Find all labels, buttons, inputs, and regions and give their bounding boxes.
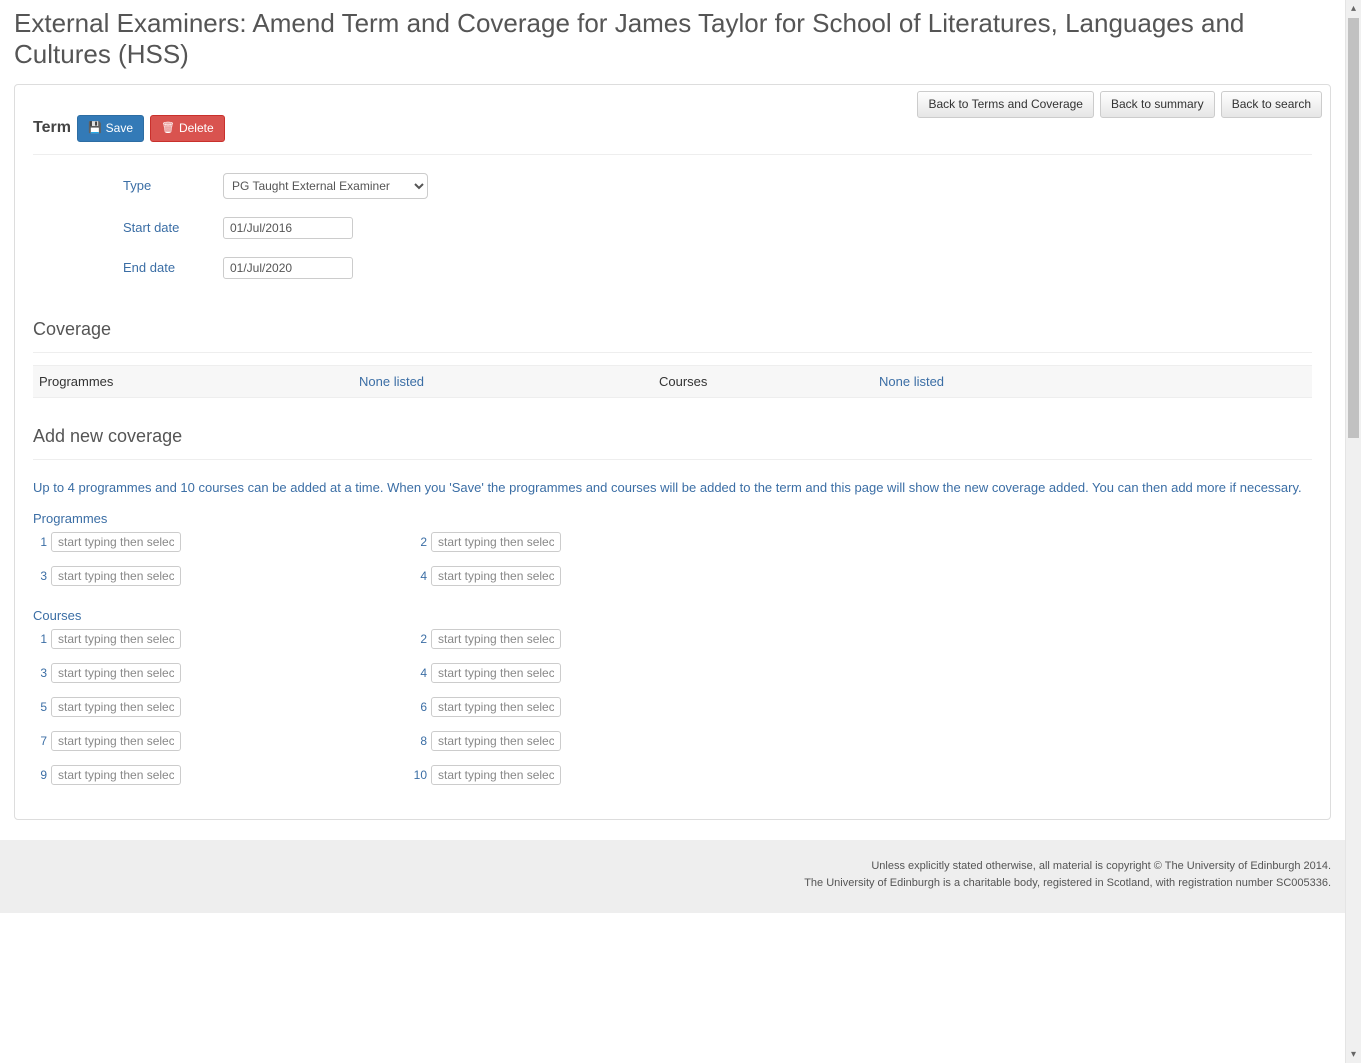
programme-input-cell: 2 xyxy=(413,532,793,552)
programme-input-number: 2 xyxy=(413,535,427,549)
coverage-courses-label: Courses xyxy=(659,374,879,389)
programme-input-number: 3 xyxy=(33,569,47,583)
type-select[interactable]: PG Taught External Examiner xyxy=(223,173,428,199)
course-input-cell: 5 xyxy=(33,697,413,717)
programme-input-cell: 1 xyxy=(33,532,413,552)
type-row: Type PG Taught External Examiner xyxy=(123,173,1312,199)
courses-grid: 1 2 3 4 5 6 7 8 9 10 xyxy=(33,629,793,799)
course-input-number: 4 xyxy=(413,666,427,680)
course-input-cell: 4 xyxy=(413,663,793,683)
course-input[interactable] xyxy=(51,663,181,683)
course-input-number: 3 xyxy=(33,666,47,680)
footer-line-2: The University of Edinburgh is a charita… xyxy=(14,875,1331,892)
course-input-cell: 1 xyxy=(33,629,413,649)
course-input-number: 5 xyxy=(33,700,47,714)
course-input[interactable] xyxy=(51,629,181,649)
save-button[interactable]: 💾 Save xyxy=(77,115,144,142)
start-date-label: Start date xyxy=(123,220,223,235)
course-input-number: 9 xyxy=(33,768,47,782)
page-footer: Unless explicitly stated otherwise, all … xyxy=(0,840,1345,913)
scroll-down-arrow[interactable]: ▾ xyxy=(1346,1046,1361,1063)
scroll-up-arrow[interactable]: ▴ xyxy=(1346,0,1361,17)
back-summary-button[interactable]: Back to summary xyxy=(1100,91,1215,118)
course-input-cell: 3 xyxy=(33,663,413,683)
course-input[interactable] xyxy=(51,697,181,717)
programme-input-number: 1 xyxy=(33,535,47,549)
type-label: Type xyxy=(123,178,223,193)
course-input-number: 1 xyxy=(33,632,47,646)
coverage-summary-bar: Programmes None listed Courses None list… xyxy=(33,365,1312,398)
end-date-label: End date xyxy=(123,260,223,275)
end-date-row: End date xyxy=(123,257,1312,279)
course-input-number: 2 xyxy=(413,632,427,646)
programmes-grid: 1 2 3 4 xyxy=(33,532,793,600)
footer-line-1: Unless explicitly stated otherwise, all … xyxy=(14,858,1331,875)
course-input-number: 8 xyxy=(413,734,427,748)
back-search-button[interactable]: Back to search xyxy=(1221,91,1322,118)
save-button-label: Save xyxy=(106,120,133,137)
separator xyxy=(33,154,1312,155)
course-input-cell: 2 xyxy=(413,629,793,649)
term-heading: Term xyxy=(33,119,71,137)
coverage-courses-value: None listed xyxy=(879,374,944,389)
add-coverage-heading: Add new coverage xyxy=(33,426,1312,447)
course-input[interactable] xyxy=(431,629,561,649)
course-input-number: 6 xyxy=(413,700,427,714)
course-input[interactable] xyxy=(431,697,561,717)
trash-icon: 🗑 xyxy=(161,121,175,136)
main-panel: Back to Terms and Coverage Back to summa… xyxy=(14,84,1331,820)
page-title: External Examiners: Amend Term and Cover… xyxy=(14,8,1331,70)
scrollbar-thumb[interactable] xyxy=(1348,18,1359,438)
course-input-cell: 7 xyxy=(33,731,413,751)
course-input[interactable] xyxy=(431,731,561,751)
course-input[interactable] xyxy=(51,765,181,785)
course-input[interactable] xyxy=(431,663,561,683)
course-input-number: 7 xyxy=(33,734,47,748)
term-heading-row: Term 💾 Save 🗑 Delete xyxy=(33,115,1312,142)
programme-input-number: 4 xyxy=(413,569,427,583)
programmes-sublabel: Programmes xyxy=(33,511,1312,526)
programme-input[interactable] xyxy=(431,566,561,586)
course-input-number: 10 xyxy=(413,768,427,782)
programme-input-cell: 3 xyxy=(33,566,413,586)
start-date-row: Start date xyxy=(123,217,1312,239)
course-input-cell: 10 xyxy=(413,765,793,785)
save-icon: 💾 xyxy=(88,121,102,136)
top-button-group: Back to Terms and Coverage Back to summa… xyxy=(917,91,1322,118)
separator xyxy=(33,352,1312,353)
programme-input-cell: 4 xyxy=(413,566,793,586)
add-coverage-info: Up to 4 programmes and 10 courses can be… xyxy=(33,478,1312,498)
end-date-input[interactable] xyxy=(223,257,353,279)
coverage-heading: Coverage xyxy=(33,319,1312,340)
programme-input[interactable] xyxy=(431,532,561,552)
coverage-programmes-value: None listed xyxy=(359,374,659,389)
course-input-cell: 8 xyxy=(413,731,793,751)
back-terms-button[interactable]: Back to Terms and Coverage xyxy=(917,91,1094,118)
start-date-input[interactable] xyxy=(223,217,353,239)
courses-sublabel: Courses xyxy=(33,608,1312,623)
programme-input[interactable] xyxy=(51,532,181,552)
delete-button-label: Delete xyxy=(179,120,214,137)
programme-input[interactable] xyxy=(51,566,181,586)
vertical-scrollbar[interactable]: ▴ ▾ xyxy=(1345,0,1361,1063)
coverage-programmes-label: Programmes xyxy=(39,374,359,389)
course-input-cell: 9 xyxy=(33,765,413,785)
course-input[interactable] xyxy=(51,731,181,751)
course-input[interactable] xyxy=(431,765,561,785)
delete-button[interactable]: 🗑 Delete xyxy=(150,115,225,142)
course-input-cell: 6 xyxy=(413,697,793,717)
main-viewport: External Examiners: Amend Term and Cover… xyxy=(0,0,1345,1063)
separator xyxy=(33,459,1312,460)
